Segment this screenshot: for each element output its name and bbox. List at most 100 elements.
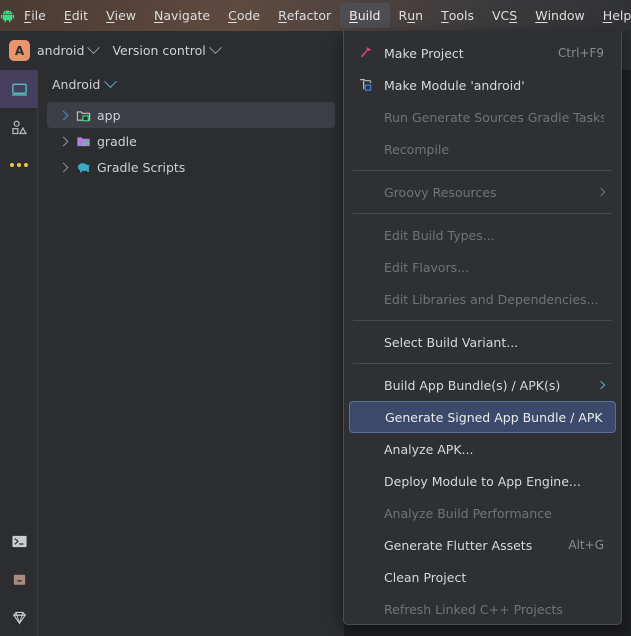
project-tree: app gradle Gradle Scripts (38, 98, 344, 180)
menu-item-generate-flutter-assets[interactable]: Generate Flutter AssetsAlt+G (349, 529, 616, 561)
menu-label-post: ile (31, 8, 46, 23)
menu-item-label: Edit Flavors... (384, 260, 604, 275)
menu-label-post: dit (72, 8, 88, 23)
tree-node-label: gradle (97, 134, 137, 149)
left-tool-strip-bottom (0, 522, 38, 636)
menu-bar-item-build[interactable]: Build (340, 3, 389, 28)
project-view-label: Android (52, 77, 100, 92)
menu-item-generate-signed-app-bundle-apk[interactable]: Generate Signed App Bundle / APK... (349, 401, 616, 433)
menu-mnemonic: H (603, 8, 612, 23)
menu-label-post: ools (449, 8, 474, 23)
menu-item-label: Clean Project (384, 570, 604, 585)
menu-item-label: Generate Signed App Bundle / APK... (385, 410, 603, 425)
menu-label-post: uild (358, 8, 381, 23)
menu-bar-item-window[interactable]: Window (526, 3, 594, 28)
menu-label-post: avigate (163, 8, 210, 23)
tree-node-label: Gradle Scripts (97, 160, 185, 175)
menu-bar: FileEditViewNavigateCodeRefactorBuildRun… (0, 0, 631, 31)
menu-separator (353, 170, 612, 171)
menu-item-label: Run Generate Sources Gradle Tasks (384, 110, 604, 125)
menu-item-edit-flavors: Edit Flavors... (349, 251, 616, 283)
project-selector[interactable]: android (30, 39, 105, 63)
menu-bar-item-file[interactable]: File (15, 3, 55, 28)
menu-separator (353, 320, 612, 321)
menu-mnemonic: E (64, 8, 72, 23)
submenu-arrow-icon (597, 381, 605, 389)
menu-item-label: Make Module 'android' (384, 78, 604, 93)
chevron-right-icon[interactable] (59, 110, 69, 120)
menu-item-make-project[interactable]: Make Project Ctrl+F9 (349, 37, 616, 69)
menu-item-label: Edit Build Types... (384, 228, 604, 243)
sidebar-item-gemini[interactable] (0, 598, 38, 636)
version-control-selector[interactable]: Version control (105, 39, 226, 63)
menu-item-run-generate-sources-gradle-tasks: Run Generate Sources Gradle Tasks (349, 101, 616, 133)
hammer-icon (357, 44, 375, 62)
menu-item-label: Groovy Resources (384, 185, 588, 200)
menu-label-post: ode (237, 8, 260, 23)
menu-mnemonic: u (407, 8, 415, 23)
menu-item-make-module-android[interactable]: Make Module 'android' (349, 69, 616, 101)
menu-bar-item-code[interactable]: Code (219, 3, 269, 28)
menu-item-edit-build-types: Edit Build Types... (349, 219, 616, 251)
menu-item-groovy-resources: Groovy Resources (349, 176, 616, 208)
menu-label-pre: VC (492, 8, 509, 23)
left-tool-strip (0, 70, 38, 636)
menu-item-clean-project[interactable]: Clean Project (349, 561, 616, 593)
menu-bar-item-run[interactable]: Run (390, 3, 433, 28)
menu-bar-item-vcs[interactable]: VCS (483, 3, 526, 28)
menu-item-label: Generate Flutter Assets (384, 538, 556, 553)
menu-separator (353, 213, 612, 214)
menu-item-analyze-apk[interactable]: Analyze APK... (349, 433, 616, 465)
menu-item-shortcut: Ctrl+F9 (558, 46, 604, 60)
tree-node-gradle[interactable]: gradle (47, 128, 335, 154)
menu-item-rebuild-project[interactable]: Rebuild Project (349, 625, 616, 636)
chevron-down-icon (209, 41, 222, 54)
module-folder-icon (75, 107, 91, 123)
menu-bar-items: FileEditViewNavigateCodeRefactorBuildRun… (15, 0, 631, 31)
menu-item-label: Select Build Variant... (384, 335, 604, 350)
sidebar-item-resource-manager[interactable] (0, 108, 38, 146)
project-name-label: android (37, 43, 84, 58)
menu-mnemonic: F (24, 8, 31, 23)
make-module-icon (357, 76, 375, 94)
menu-item-build-app-bundle-s-apk-s[interactable]: Build App Bundle(s) / APK(s) (349, 369, 616, 401)
menu-bar-item-edit[interactable]: Edit (55, 3, 97, 28)
version-control-label: Version control (112, 43, 205, 58)
android-robot-icon (0, 0, 15, 31)
tree-node-app[interactable]: app (47, 102, 335, 128)
menu-mnemonic: T (441, 8, 449, 23)
project-avatar: A (9, 40, 30, 61)
submenu-arrow-icon (597, 188, 605, 196)
sidebar-item-build[interactable] (0, 560, 38, 598)
more-tool-windows-icon (10, 163, 28, 167)
menu-bar-item-refactor[interactable]: Refactor (269, 3, 340, 28)
chevron-right-icon[interactable] (59, 136, 69, 146)
menu-item-edit-libraries-and-dependencies: Edit Libraries and Dependencies... (349, 283, 616, 315)
menu-item-refresh-linked-c-projects: Refresh Linked C++ Projects (349, 593, 616, 625)
menu-item-select-build-variant[interactable]: Select Build Variant... (349, 326, 616, 358)
menu-item-label: Recompile (384, 142, 604, 157)
menu-bar-item-tools[interactable]: Tools (432, 3, 483, 28)
build-menu-dropdown: Make Project Ctrl+F9 Make Module 'android'… (343, 31, 622, 625)
menu-label-post: elp (612, 8, 631, 23)
menu-mnemonic: W (535, 8, 547, 23)
chevron-right-icon[interactable] (59, 162, 69, 172)
project-view-selector[interactable]: Android (38, 70, 344, 98)
sidebar-item-project[interactable] (0, 70, 38, 108)
menu-bar-item-view[interactable]: View (97, 3, 145, 28)
menu-item-deploy-module-to-app-engine[interactable]: Deploy Module to App Engine... (349, 465, 616, 497)
menu-bar-item-help[interactable]: Help (594, 3, 631, 28)
sidebar-item-terminal[interactable] (0, 522, 38, 560)
menu-item-label: Refresh Linked C++ Projects (384, 602, 604, 617)
menu-mnemonic: S (509, 8, 517, 23)
menu-label-post: iew (115, 8, 136, 23)
menu-mnemonic: R (278, 8, 287, 23)
menu-mnemonic: C (228, 8, 237, 23)
menu-item-label: Make Project (384, 46, 546, 61)
tree-node-gradle-scripts[interactable]: Gradle Scripts (47, 154, 335, 180)
menu-label-post: efactor (287, 8, 331, 23)
sidebar-item-more-tool-windows[interactable] (0, 146, 38, 184)
menu-label-post: n (415, 8, 423, 23)
menu-item-label: Deploy Module to App Engine... (384, 474, 604, 489)
menu-bar-item-navigate[interactable]: Navigate (145, 3, 219, 28)
